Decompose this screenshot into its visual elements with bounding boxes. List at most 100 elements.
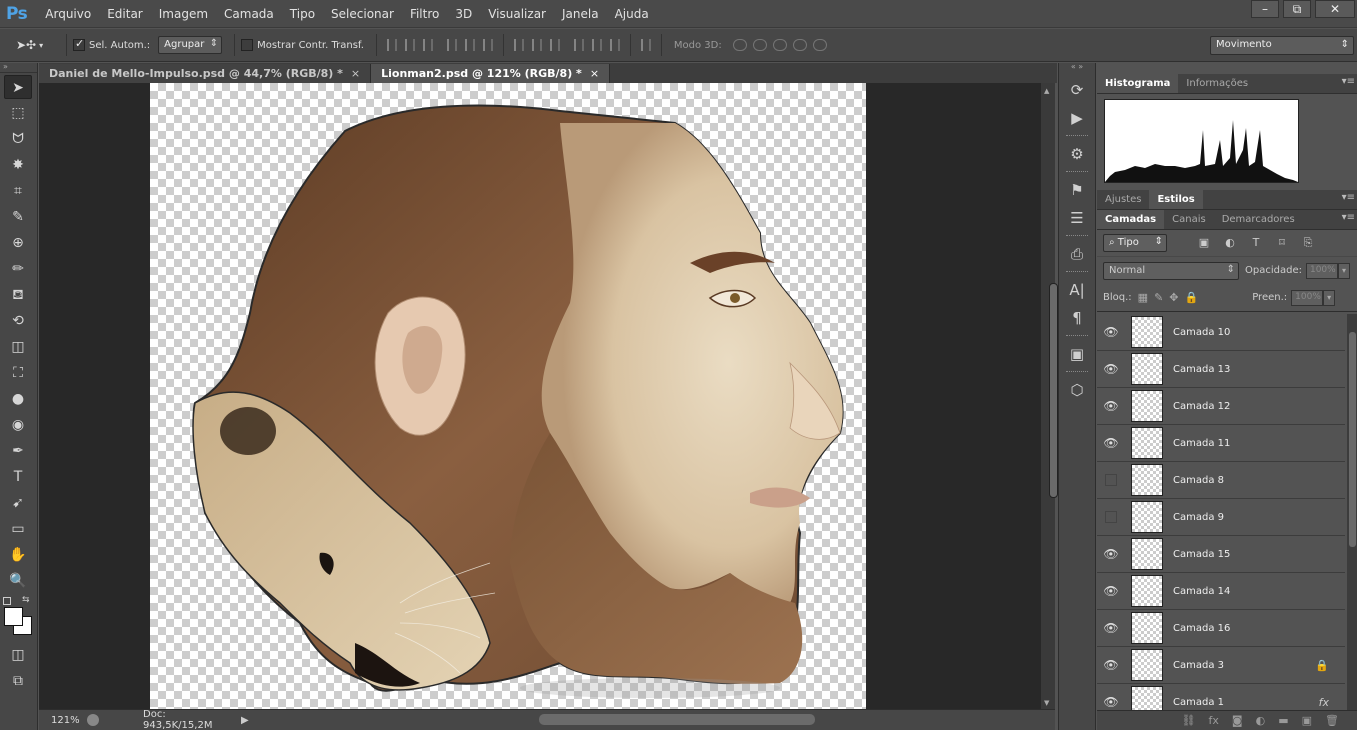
menu-imagem[interactable]: Imagem <box>151 0 216 28</box>
menu-ajuda[interactable]: Ajuda <box>607 0 657 28</box>
brush-tool-icon[interactable]: ✏ <box>4 257 32 281</box>
panel-menu-icon[interactable]: ▾≡ <box>1342 76 1355 87</box>
history-brush-tool-icon[interactable]: ⟲ <box>4 309 32 333</box>
opacity-dropdown-icon[interactable]: ▾ <box>1337 262 1350 279</box>
3d-icon[interactable]: ⬡ <box>1065 379 1089 401</box>
dock-group-grip[interactable] <box>1066 235 1088 237</box>
close-icon[interactable]: × <box>351 67 360 80</box>
distribute-hcenter-icon[interactable] <box>591 39 602 51</box>
layer-row[interactable]: 👁 Camada 14 <box>1097 573 1345 610</box>
visibility-off-toggle[interactable] <box>1105 511 1117 523</box>
tool-presets-icon[interactable]: ☰ <box>1065 207 1089 229</box>
close-icon[interactable]: × <box>590 67 599 80</box>
layer-fx-icon[interactable]: fx <box>1319 696 1329 709</box>
close-button[interactable]: ✕ <box>1315 0 1355 18</box>
blend-mode-dropdown[interactable]: Normal <box>1103 261 1239 280</box>
layer-row[interactable]: 👁 Camada 12 <box>1097 388 1345 425</box>
menu-filtro[interactable]: Filtro <box>402 0 447 28</box>
blur-tool-icon[interactable]: ● <box>4 387 32 411</box>
menu-3d[interactable]: 3D <box>447 0 480 28</box>
actions-icon[interactable]: ▶ <box>1065 107 1089 129</box>
layer-name[interactable]: Camada 15 <box>1173 549 1230 560</box>
auto-select-checkbox[interactable] <box>73 37 85 51</box>
marquee-tool-icon[interactable]: ⬚ <box>4 101 32 125</box>
layer-row[interactable]: Camada 9 <box>1097 499 1345 536</box>
swatches-icon[interactable]: ⚙ <box>1065 143 1089 165</box>
scrollbar-thumb[interactable] <box>1049 283 1058 498</box>
distribute-left-icon[interactable] <box>573 39 584 51</box>
lock-position-icon[interactable]: ✥ <box>1169 291 1178 304</box>
crop-tool-icon[interactable]: ⌗ <box>4 179 32 203</box>
shape-filter-icon[interactable]: ⌑ <box>1275 236 1289 250</box>
menu-janela[interactable]: Janela <box>554 0 607 28</box>
scroll-down-icon[interactable]: ▼ <box>1044 699 1049 707</box>
menu-editar[interactable]: Editar <box>99 0 151 28</box>
layer-name[interactable]: Camada 9 <box>1173 512 1224 523</box>
document-canvas[interactable] <box>150 83 866 709</box>
tab-daniel-de-mello[interactable]: Daniel de Mello-Impulso.psd @ 44,7% (RGB… <box>39 64 372 83</box>
rectangle-tool-icon[interactable]: ▭ <box>4 517 32 541</box>
layer-thumbnail[interactable] <box>1131 538 1163 570</box>
orbit-3d-icon[interactable] <box>732 39 747 51</box>
panel-collapse-icon[interactable]: » <box>0 63 37 73</box>
move-tool-icon[interactable]: ➤ <box>4 75 32 99</box>
status-menu-button[interactable]: ▶ <box>241 715 249 726</box>
layer-list[interactable]: 👁 Camada 10 👁 Camada 13 👁 Camada 12 👁 Camada 11… <box>1097 314 1345 710</box>
layer-name[interactable]: Camada 13 <box>1173 364 1230 375</box>
layer-name[interactable]: Camada 10 <box>1173 327 1230 338</box>
fill-dropdown-icon[interactable]: ▾ <box>1323 289 1336 306</box>
layer-row[interactable]: 👁 Camada 13 <box>1097 351 1345 388</box>
panel-menu-icon[interactable]: ▾≡ <box>1342 192 1355 203</box>
menu-selecionar[interactable]: Selecionar <box>323 0 402 28</box>
pixel-filter-icon[interactable]: ▣ <box>1197 236 1211 250</box>
brush-presets-icon[interactable]: ⚑ <box>1065 179 1089 201</box>
type-tool-icon[interactable]: T <box>4 465 32 489</box>
zoom-tool-icon[interactable]: 🔍 <box>4 569 32 593</box>
visibility-eye-icon[interactable]: 👁 <box>1097 399 1125 413</box>
dock-group-grip[interactable] <box>1066 135 1088 137</box>
menu-visualizar[interactable]: Visualizar <box>480 0 554 28</box>
fill-input[interactable]: 100% <box>1291 289 1324 306</box>
pen-tool-icon[interactable]: ✒ <box>4 439 32 463</box>
menu-tipo[interactable]: Tipo <box>282 0 323 28</box>
menu-camada[interactable]: Camada <box>216 0 282 28</box>
adjustment-layer-icon[interactable]: ◐ <box>1256 714 1266 727</box>
layer-name[interactable]: Camada 11 <box>1173 438 1230 449</box>
dock-group-grip[interactable] <box>1066 171 1088 173</box>
layer-thumbnail[interactable] <box>1131 353 1163 385</box>
add-mask-icon[interactable]: ◙ <box>1232 714 1243 727</box>
new-layer-icon[interactable]: ▣ <box>1302 714 1312 727</box>
lock-all-icon[interactable]: 🔒 <box>1185 291 1199 304</box>
canvas-workspace[interactable] <box>39 83 1041 709</box>
visibility-eye-icon[interactable]: 👁 <box>1097 547 1125 561</box>
layer-row[interactable]: 👁 Camada 1 fx <box>1097 684 1345 710</box>
visibility-off-toggle[interactable] <box>1105 474 1117 486</box>
dock-group-grip[interactable] <box>1066 271 1088 273</box>
character-icon[interactable]: A| <box>1065 279 1089 301</box>
adjustment-filter-icon[interactable]: ◐ <box>1223 236 1237 250</box>
align-right-icon[interactable] <box>482 39 493 51</box>
slide-3d-icon[interactable] <box>792 39 807 51</box>
layer-name[interactable]: Camada 12 <box>1173 401 1230 412</box>
eyedropper-tool-icon[interactable]: ✎ <box>4 205 32 229</box>
auto-select-target-dropdown[interactable]: Agrupar <box>158 36 223 54</box>
link-layers-icon[interactable]: ⛓ <box>1182 714 1196 727</box>
layer-thumbnail[interactable] <box>1131 575 1163 607</box>
swap-colors-icon[interactable]: ⇆ <box>22 595 30 605</box>
visibility-eye-icon[interactable]: 👁 <box>1097 362 1125 376</box>
tab-histograma[interactable]: Histograma <box>1097 74 1179 93</box>
align-left-icon[interactable] <box>446 39 457 51</box>
visibility-eye-icon[interactable]: 👁 <box>1097 325 1125 339</box>
trash-icon[interactable]: 🗑 <box>1325 714 1339 727</box>
visibility-eye-icon[interactable]: 👁 <box>1097 584 1125 598</box>
magic-wand-tool-icon[interactable]: ✸ <box>4 153 32 177</box>
layer-name[interactable]: Camada 14 <box>1173 586 1230 597</box>
distribute-right-icon[interactable] <box>609 39 620 51</box>
layer-thumbnail[interactable] <box>1131 649 1163 681</box>
quick-mask-icon[interactable]: ◫ <box>4 643 32 667</box>
auto-align-icon[interactable] <box>640 39 651 51</box>
path-selection-tool-icon[interactable]: ➹ <box>4 491 32 515</box>
tool-preset-picker[interactable]: ➤✣ ▾ <box>16 32 60 58</box>
layer-name[interactable]: Camada 8 <box>1173 475 1224 486</box>
dock-group-grip[interactable] <box>1066 371 1088 373</box>
